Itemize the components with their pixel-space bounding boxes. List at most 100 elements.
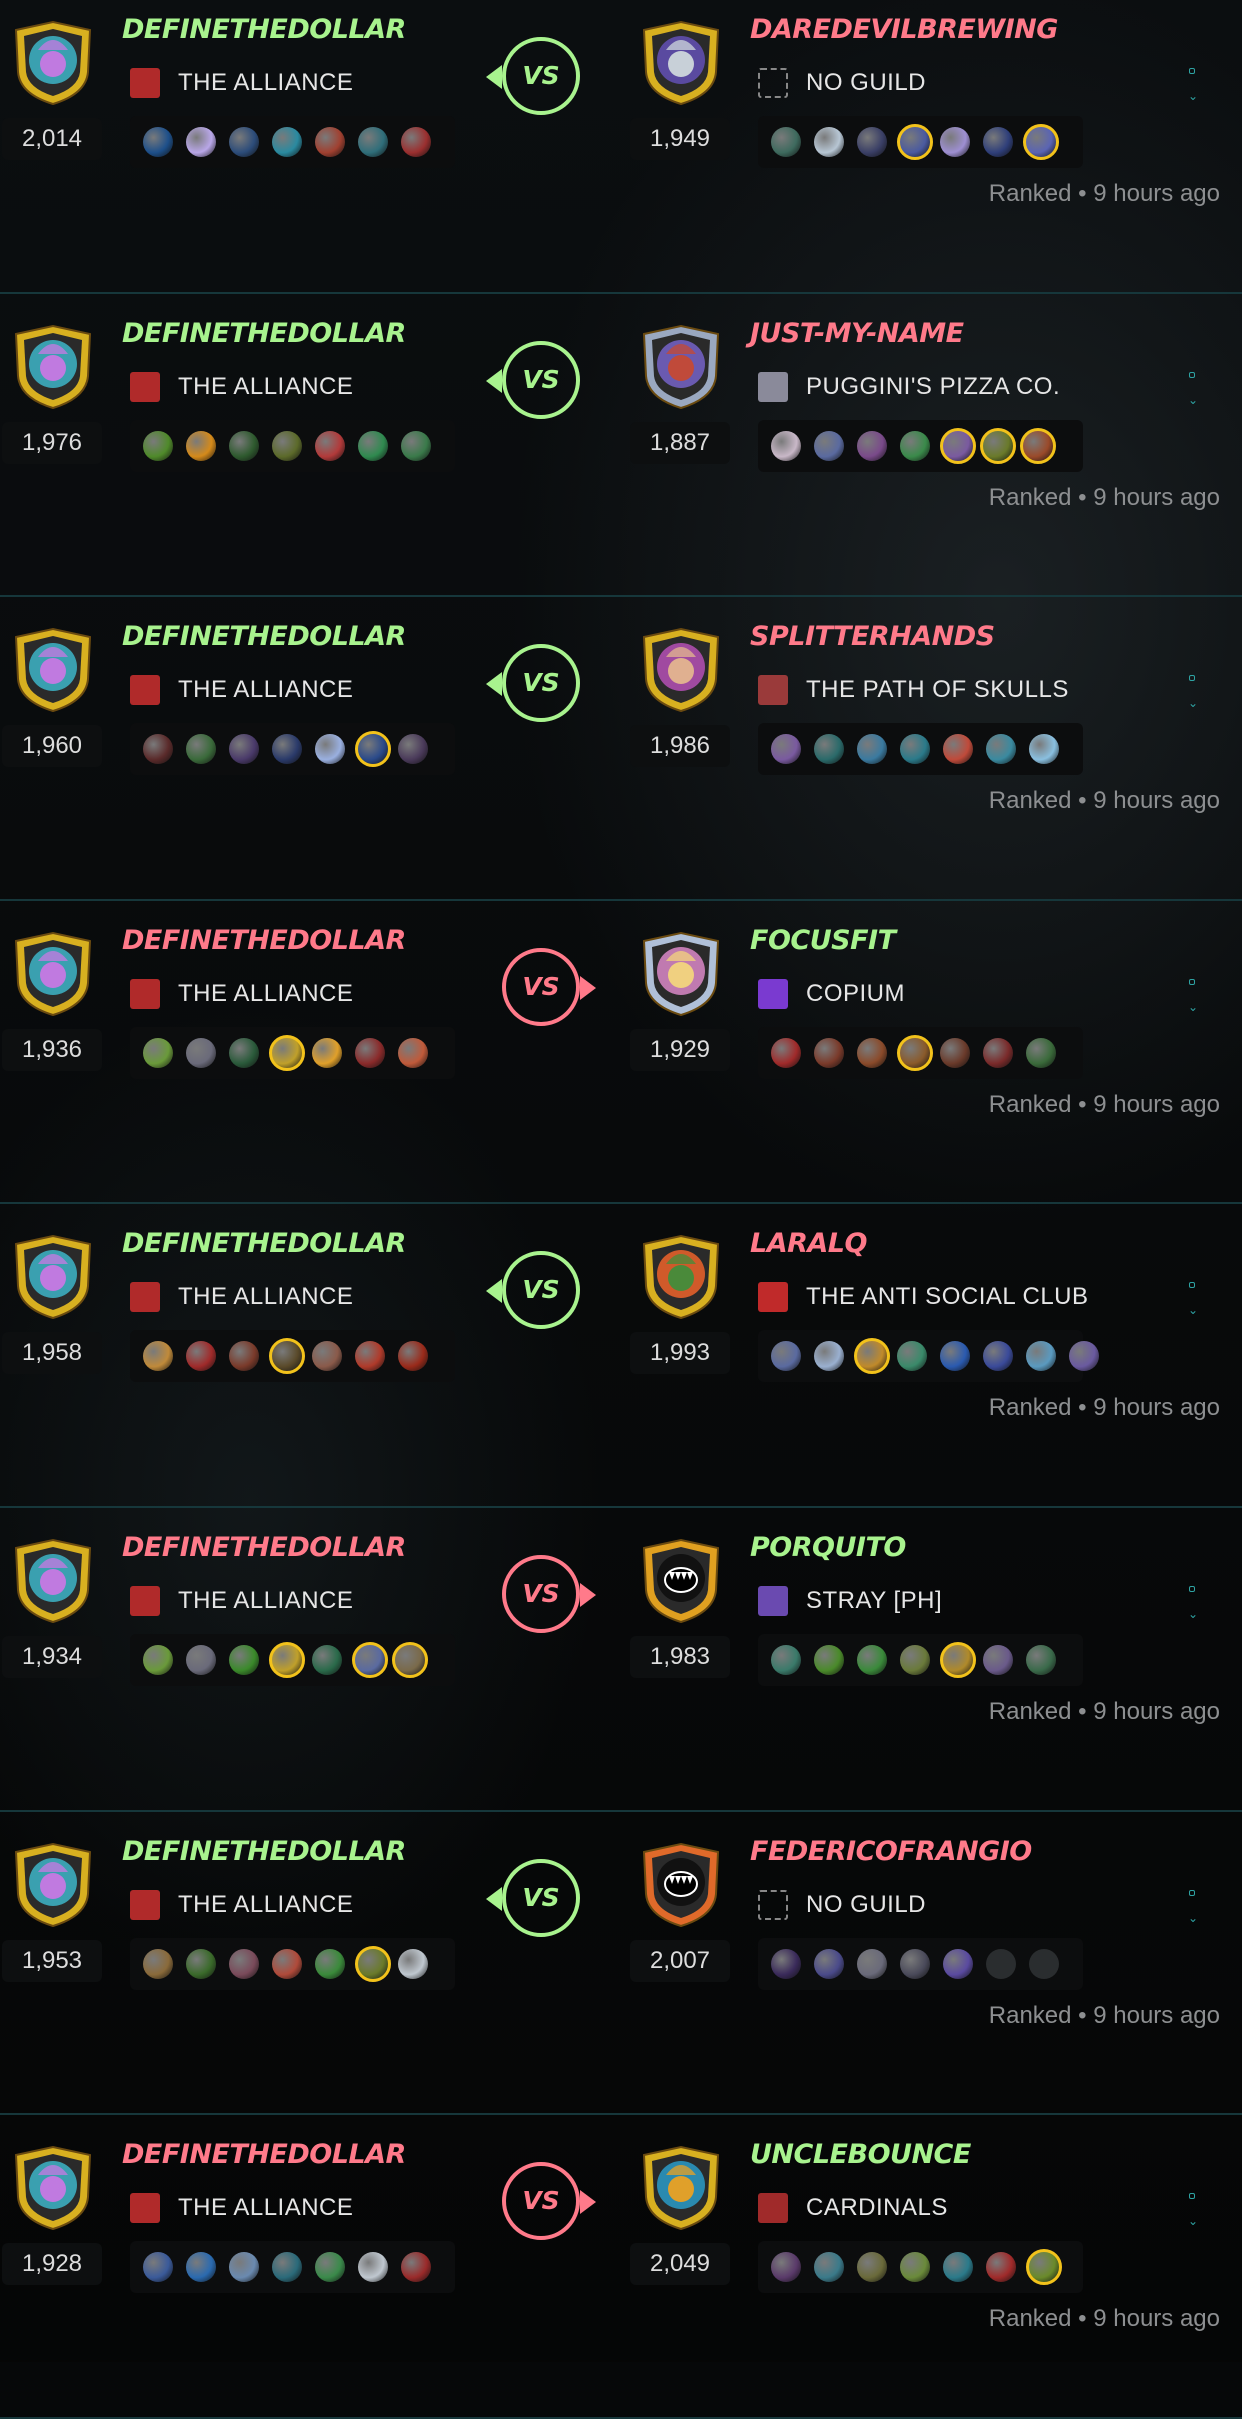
card-icon[interactable] [854, 1338, 890, 1375]
card-icon[interactable] [398, 1948, 428, 1979]
card-icon[interactable] [269, 1034, 305, 1071]
card-icon[interactable] [980, 427, 1016, 464]
card-icon[interactable] [269, 1338, 305, 1375]
card-icon[interactable] [269, 1641, 305, 1678]
card-icon[interactable] [272, 2252, 302, 2283]
card-icon[interactable] [771, 1037, 801, 1068]
card-icon[interactable] [943, 1948, 973, 1979]
guild[interactable]: THE ALLIANCE [130, 977, 353, 1011]
card-icon[interactable] [312, 1037, 342, 1068]
guild[interactable]: THE ALLIANCE [130, 1584, 353, 1618]
card-icon[interactable] [229, 1644, 259, 1675]
battle-row[interactable]: 1,953 DEFINETHEDOLLAR THE ALLIANCE 2,007… [0, 1812, 1242, 2116]
card-icon[interactable] [315, 1948, 345, 1979]
card-icon[interactable] [272, 1948, 302, 1979]
player-avatar[interactable] [8, 20, 98, 106]
card-icon[interactable] [1029, 734, 1059, 765]
player-name[interactable]: LARALQ [750, 1228, 867, 1259]
player-avatar[interactable] [636, 2145, 726, 2231]
card-icon[interactable] [857, 1037, 887, 1068]
card-icon[interactable] [392, 1641, 428, 1678]
card-icon[interactable] [1020, 427, 1056, 464]
player-name[interactable]: FOCUSFIT [750, 925, 896, 956]
card-icon[interactable] [355, 731, 391, 768]
expand-menu-icon[interactable]: ⌄ [1186, 371, 1200, 406]
card-icon[interactable] [897, 124, 933, 160]
card-icon[interactable] [312, 1341, 342, 1372]
player-name[interactable]: DEFINETHEDOLLAR [122, 14, 406, 45]
card-icon[interactable] [315, 430, 345, 461]
card-icon[interactable] [1026, 1037, 1056, 1068]
card-icon[interactable] [983, 1037, 1013, 1068]
player-name[interactable]: DEFINETHEDOLLAR [122, 925, 406, 956]
card-icon[interactable] [940, 127, 970, 157]
guild[interactable]: THE ALLIANCE [130, 673, 353, 707]
card-icon[interactable] [186, 734, 216, 765]
player-name[interactable]: DEFINETHEDOLLAR [122, 621, 406, 652]
card-icon[interactable] [814, 734, 844, 765]
player-name[interactable]: DEFINETHEDOLLAR [122, 318, 406, 349]
guild[interactable]: COPIUM [758, 977, 905, 1011]
card-icon[interactable] [814, 430, 844, 461]
card-icon[interactable] [943, 2252, 973, 2283]
guild[interactable]: STRAY [PH] [758, 1584, 942, 1618]
player-avatar[interactable] [8, 324, 98, 410]
expand-menu-icon[interactable]: ⌄ [1186, 675, 1200, 709]
guild[interactable]: THE ALLIANCE [130, 1280, 353, 1314]
player-name[interactable]: FEDERICOFRANGIO [750, 1836, 1032, 1867]
card-icon[interactable] [900, 1644, 930, 1675]
guild[interactable]: THE ALLIANCE [130, 66, 353, 100]
guild[interactable]: NO GUILD [758, 66, 926, 100]
card-icon[interactable] [312, 1644, 342, 1675]
guild[interactable]: THE ALLIANCE [130, 370, 353, 404]
card-icon[interactable] [186, 2252, 216, 2283]
card-icon[interactable] [143, 1644, 173, 1675]
player-name[interactable]: JUST-MY-NAME [750, 318, 964, 349]
guild[interactable]: PUGGINI'S PIZZA CO. [758, 370, 1060, 404]
card-icon[interactable] [940, 427, 976, 464]
player-name[interactable]: DEFINETHEDOLLAR [122, 1836, 406, 1867]
expand-menu-icon[interactable]: ⌄ [1186, 1889, 1200, 1924]
card-icon[interactable] [814, 1037, 844, 1068]
card-icon[interactable] [143, 430, 173, 461]
card-icon[interactable] [814, 2252, 844, 2283]
card-icon[interactable] [900, 2252, 930, 2283]
guild[interactable]: THE ALLIANCE [130, 1888, 353, 1922]
card-icon[interactable] [857, 2252, 887, 2283]
card-icon[interactable] [897, 1341, 927, 1372]
card-icon[interactable] [771, 734, 801, 765]
card-icon[interactable] [986, 1948, 1016, 1979]
battle-row[interactable]: 1,934 DEFINETHEDOLLAR THE ALLIANCE 1,983… [0, 1508, 1242, 1812]
player-name[interactable]: DEFINETHEDOLLAR [122, 1532, 406, 1563]
card-icon[interactable] [983, 1341, 1013, 1372]
card-icon[interactable] [143, 127, 173, 157]
player-avatar[interactable] [8, 931, 98, 1017]
card-icon[interactable] [1026, 1341, 1056, 1372]
card-icon[interactable] [900, 734, 930, 765]
card-icon[interactable] [983, 127, 1013, 157]
card-icon[interactable] [229, 127, 259, 157]
player-avatar[interactable] [8, 627, 98, 713]
card-icon[interactable] [771, 2252, 801, 2283]
expand-menu-icon[interactable]: ⌄ [1186, 2193, 1200, 2227]
card-icon[interactable] [1026, 2249, 1062, 2286]
card-icon[interactable] [229, 1037, 259, 1068]
battle-row[interactable]: 1,936 DEFINETHEDOLLAR THE ALLIANCE 1,929… [0, 901, 1242, 1205]
player-name[interactable]: SPLITTERHANDS [750, 621, 995, 652]
card-icon[interactable] [355, 1037, 385, 1068]
card-icon[interactable] [897, 1034, 933, 1071]
guild[interactable]: THE ANTI SOCIAL CLUB [758, 1280, 1089, 1314]
card-icon[interactable] [186, 430, 216, 461]
player-name[interactable]: DAREDEVILBREWING [750, 14, 1058, 45]
card-icon[interactable] [986, 2252, 1016, 2283]
card-icon[interactable] [940, 1341, 970, 1372]
player-name[interactable]: UNCLEBOUNCE [750, 2139, 971, 2170]
card-icon[interactable] [272, 734, 302, 765]
player-avatar[interactable] [636, 324, 726, 410]
card-icon[interactable] [771, 1644, 801, 1675]
card-icon[interactable] [814, 1644, 844, 1675]
card-icon[interactable] [401, 2252, 431, 2283]
expand-menu-icon[interactable]: ⌄ [1186, 68, 1200, 102]
card-icon[interactable] [983, 1644, 1013, 1675]
card-icon[interactable] [771, 127, 801, 157]
